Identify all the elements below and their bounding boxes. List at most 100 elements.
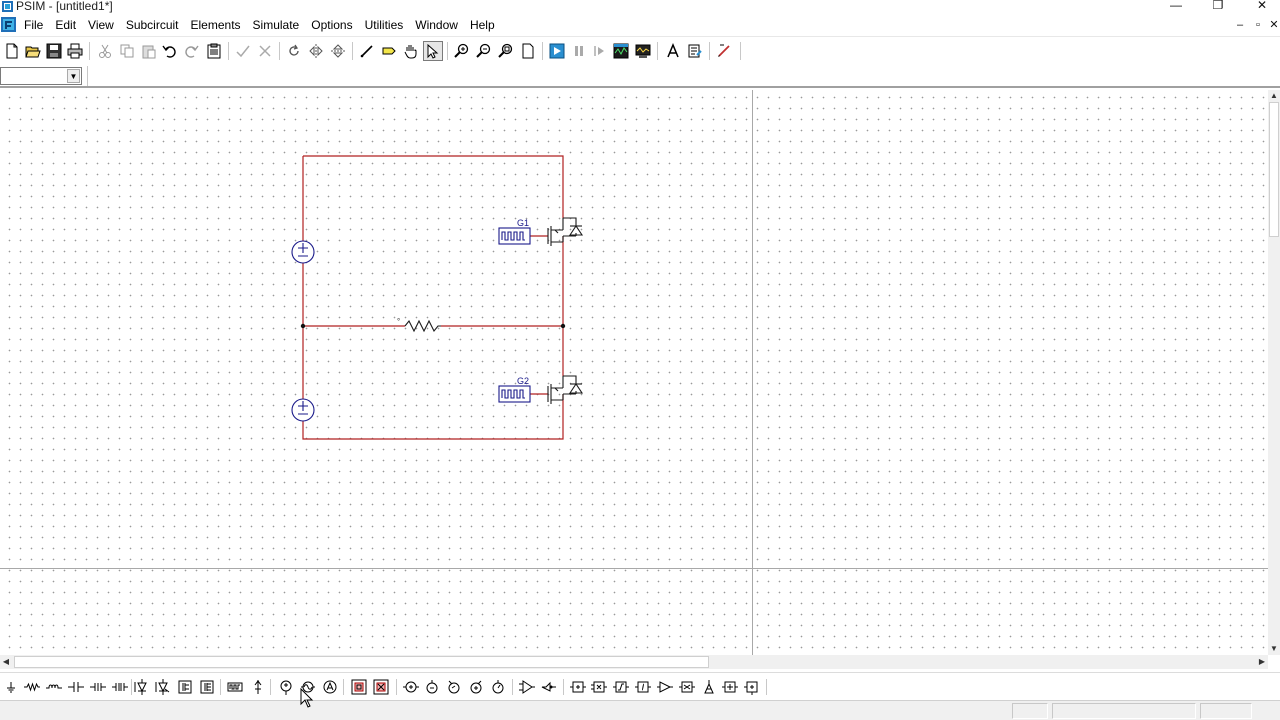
print-button[interactable] xyxy=(65,41,85,61)
gating-block-g1[interactable] xyxy=(498,227,531,245)
horizontal-scroll-thumb[interactable] xyxy=(14,656,709,668)
rlc-branch-button[interactable] xyxy=(110,677,130,697)
paste-button[interactable] xyxy=(139,41,159,61)
mdi-restore-button[interactable]: ▫ xyxy=(1250,18,1266,32)
clipboard-button[interactable] xyxy=(204,41,224,61)
menu-subcircuit[interactable]: Subcircuit xyxy=(120,14,185,36)
maximize-button[interactable]: ❐ xyxy=(1208,0,1228,12)
rotate-button[interactable] xyxy=(284,41,304,61)
cross-button[interactable] xyxy=(255,41,275,61)
gating-block-button[interactable] xyxy=(539,677,559,697)
capacitor-button[interactable] xyxy=(66,677,86,697)
menu-file[interactable]: File xyxy=(18,14,49,36)
limiter-button[interactable] xyxy=(611,677,631,697)
schematic-canvas[interactable]: ° G1 G2 xyxy=(0,90,1268,655)
scroll-right-icon[interactable]: ▶ xyxy=(1256,655,1268,669)
scroll-down-icon[interactable]: ▼ xyxy=(1268,643,1280,655)
element-combo-box[interactable]: ▼ xyxy=(0,67,82,85)
multiplier-button[interactable] xyxy=(589,677,609,697)
draw-button[interactable] xyxy=(714,41,734,61)
current-probe-button[interactable] xyxy=(422,677,442,697)
position-sensor-button[interactable] xyxy=(488,677,508,697)
transformer-button[interactable] xyxy=(349,677,369,697)
menu-options[interactable]: Options xyxy=(305,14,358,36)
mosfet-button[interactable] xyxy=(197,677,217,697)
voltmeter-button[interactable] xyxy=(401,677,421,697)
igbt-button[interactable] xyxy=(175,677,195,697)
text-button[interactable] xyxy=(663,41,683,61)
document-icon[interactable] xyxy=(1,17,16,32)
mdi-close-button[interactable]: ✕ xyxy=(1266,18,1280,32)
scroll-up-icon[interactable]: ▲ xyxy=(1268,90,1280,102)
open-button[interactable] xyxy=(23,41,43,61)
voltage-probe-button[interactable] xyxy=(248,677,268,697)
summer-button[interactable] xyxy=(568,677,588,697)
pause-button[interactable] xyxy=(569,41,589,61)
menu-view[interactable]: View xyxy=(82,14,120,36)
page-button[interactable] xyxy=(518,41,538,61)
properties-button[interactable] xyxy=(685,41,705,61)
cut-button[interactable] xyxy=(95,41,115,61)
integrator-button[interactable] xyxy=(633,677,653,697)
undo-button[interactable] xyxy=(160,41,180,61)
minimize-button[interactable]: — xyxy=(1166,0,1186,12)
mosfet-lower[interactable] xyxy=(547,375,584,404)
menu-utilities[interactable]: Utilities xyxy=(359,14,410,36)
vertical-scroll-thumb[interactable] xyxy=(1269,102,1279,237)
zoh-button[interactable] xyxy=(720,677,740,697)
redo-button[interactable] xyxy=(181,41,201,61)
differentiator-button[interactable] xyxy=(655,677,675,697)
diode-button[interactable] xyxy=(132,677,152,697)
wire-button[interactable] xyxy=(357,41,377,61)
label-button[interactable] xyxy=(379,41,399,61)
dc-voltage-source-lower[interactable] xyxy=(291,398,315,422)
ammeter-button[interactable] xyxy=(320,677,340,697)
resistor-button[interactable] xyxy=(22,677,42,697)
menu-help[interactable]: Help xyxy=(464,14,501,36)
zoom-out-button[interactable] xyxy=(474,41,494,61)
thyristor-button[interactable] xyxy=(153,677,173,697)
scope-button[interactable] xyxy=(633,41,653,61)
chevron-down-icon[interactable]: ▼ xyxy=(67,69,80,83)
flip-lr-button[interactable] xyxy=(306,41,326,61)
filter-button[interactable] xyxy=(677,677,697,697)
close-button[interactable]: ✕ xyxy=(1252,0,1272,12)
filter-icon xyxy=(679,681,695,693)
dc-voltage-source-upper[interactable] xyxy=(291,240,315,264)
inductor-button[interactable] xyxy=(44,677,64,697)
op-amp-button[interactable] xyxy=(699,677,719,697)
psim-window: PSIM - [untitled1*] — ❐ ✕ File Edit View… xyxy=(0,0,1280,720)
run-simulation-button[interactable] xyxy=(547,41,567,61)
mosfet-upper[interactable] xyxy=(547,217,584,246)
gating-block-g2[interactable] xyxy=(498,385,531,403)
simview-button[interactable] xyxy=(611,41,631,61)
pan-button[interactable] xyxy=(401,41,421,61)
flip-tb-button[interactable] xyxy=(328,41,348,61)
menu-edit[interactable]: Edit xyxy=(49,14,82,36)
copy-button[interactable] xyxy=(117,41,137,61)
step-button[interactable] xyxy=(590,41,610,61)
zoom-in-button[interactable] xyxy=(452,41,472,61)
coupled-inductor-button[interactable] xyxy=(371,677,391,697)
check-button[interactable] xyxy=(233,41,253,61)
scroll-left-icon[interactable]: ◀ xyxy=(0,655,12,669)
resistor[interactable] xyxy=(404,319,441,333)
horizontal-scrollbar[interactable]: ◀ ▶ xyxy=(0,655,1268,669)
menu-elements[interactable]: Elements xyxy=(185,14,247,36)
vertical-scrollbar[interactable]: ▲ ▼ xyxy=(1268,90,1280,655)
comparator-button[interactable] xyxy=(517,677,537,697)
menu-window[interactable]: Window xyxy=(409,14,464,36)
dc-voltage-source-button[interactable] xyxy=(276,677,296,697)
switch-controller-button[interactable] xyxy=(225,677,245,697)
menu-simulate[interactable]: Simulate xyxy=(247,14,306,36)
save-button[interactable] xyxy=(44,41,64,61)
select-button[interactable] xyxy=(423,41,443,61)
mdi-minimize-button[interactable]: – xyxy=(1232,18,1248,32)
speed-sensor-button[interactable] xyxy=(444,677,464,697)
new-button[interactable] xyxy=(2,41,22,61)
rl-branch-button[interactable] xyxy=(88,677,108,697)
zoom-fit-button[interactable] xyxy=(496,41,516,61)
torque-sensor-button[interactable] xyxy=(466,677,486,697)
ground-button[interactable] xyxy=(1,677,21,697)
pi-controller-button[interactable] xyxy=(742,677,762,697)
